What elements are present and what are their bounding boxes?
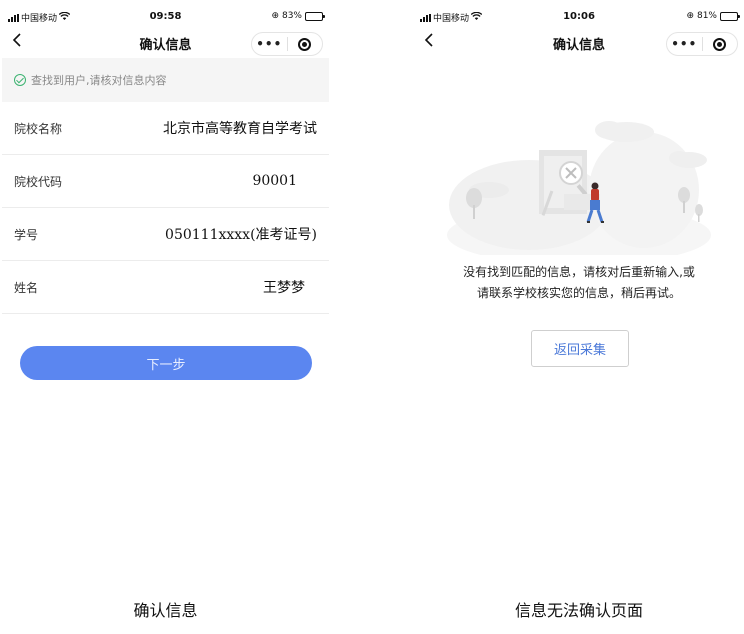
rotation-lock-icon: ⊕	[271, 11, 279, 21]
field-label: 学号	[14, 227, 39, 242]
battery-info: ⊕ 83%	[271, 11, 325, 21]
battery-percent: 81%	[696, 11, 717, 21]
caption-right: 信息无法确认页面	[514, 601, 643, 620]
status-bar: 中国移动 09:58 ⊕ 83%	[2, 0, 329, 32]
field-label: 姓名	[14, 280, 39, 295]
nav-bar: 确认信息 •••	[2, 32, 329, 58]
field-label: 院校代码	[14, 174, 63, 189]
return-collect-button[interactable]: 返回采集	[531, 330, 629, 367]
field-value: 90001	[252, 173, 297, 189]
nav-bar: 确认信息 •••	[414, 32, 744, 58]
more-icon[interactable]: •••	[667, 37, 702, 51]
not-found-message: 没有找到匹配的信息，请核对后重新输入,或 请联系学校核实您的信息，稍后再试。	[414, 262, 744, 304]
battery-icon	[720, 11, 740, 21]
rotation-lock-icon: ⊕	[686, 11, 694, 21]
field-label: 院校名称	[14, 121, 63, 136]
field-school-name: 院校名称 北京市高等教育自学考试	[2, 102, 329, 155]
field-student-id: 学号 050111xxxx(准考证号)	[2, 208, 329, 261]
status-bar: 中国移动 10:06 ⊕ 81%	[414, 0, 744, 32]
confirm-screen: 中国移动 09:58 ⊕ 83% 确认信息 ••• 查找到用户,请核对信息内容 …	[2, 0, 329, 570]
field-value: 王梦梦	[263, 280, 305, 296]
battery-info: ⊕ 81%	[686, 11, 740, 21]
check-circle-icon	[14, 74, 26, 86]
no-result-illustration	[447, 121, 711, 255]
not-found-screen: 中国移动 10:06 ⊕ 81% 确认信息 ••• 没有找到匹配的信息，请核对后…	[414, 0, 744, 570]
found-user-notice: 查找到用户,请核对信息内容	[2, 58, 329, 102]
notice-text: 查找到用户,请核对信息内容	[31, 74, 167, 87]
battery-percent: 83%	[281, 11, 302, 21]
message-line: 没有找到匹配的信息，请核对后重新输入,或	[463, 265, 695, 279]
field-value: 北京市高等教育自学考试	[163, 121, 317, 137]
caption-left: 确认信息	[133, 601, 198, 620]
mini-program-capsule: •••	[666, 32, 738, 56]
more-icon[interactable]: •••	[252, 37, 287, 51]
field-value: 050111xxxx(准考证号)	[165, 227, 317, 243]
battery-icon	[305, 11, 325, 21]
mini-program-capsule: •••	[251, 32, 323, 56]
next-step-button[interactable]: 下一步	[20, 346, 312, 380]
close-target-icon[interactable]	[288, 37, 323, 51]
field-name: 姓名 王梦梦	[2, 261, 329, 314]
close-target-icon[interactable]	[703, 37, 738, 51]
message-line: 请联系学校核实您的信息，稍后再试。	[476, 286, 681, 300]
field-school-code: 院校代码 90001	[2, 155, 329, 208]
